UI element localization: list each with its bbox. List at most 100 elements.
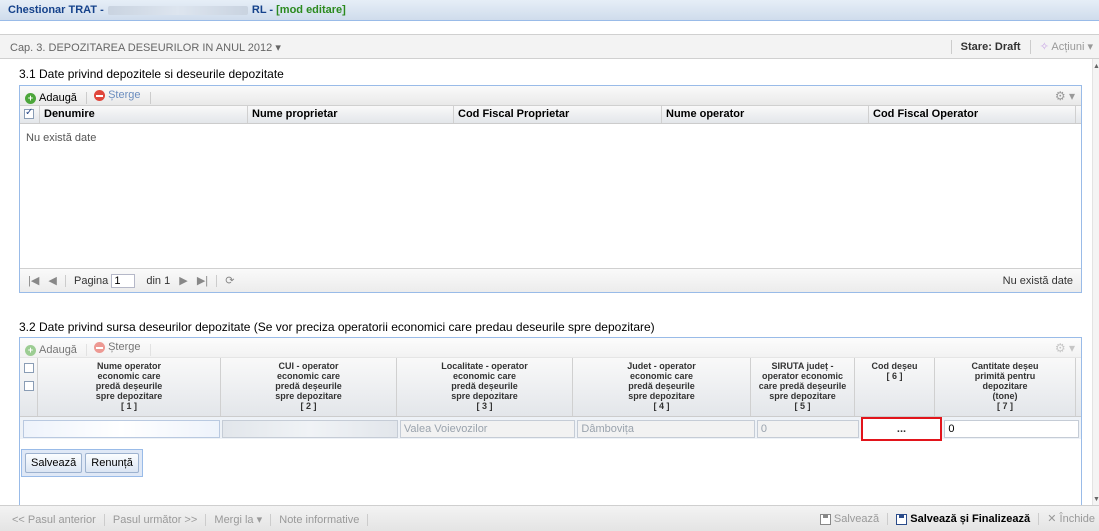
- cancel-row-button[interactable]: Renunță: [85, 453, 139, 473]
- header-line: predă deșeurile: [275, 381, 342, 391]
- col-header-name[interactable]: Denumire: [40, 106, 248, 123]
- delete-button[interactable]: Șterge: [94, 89, 140, 101]
- divider: [216, 275, 218, 288]
- select-all-checkbox[interactable]: [20, 106, 40, 123]
- depots-grid: +Adaugă Șterge ⚙ ▾ Denumire Nume proprie…: [19, 85, 1082, 293]
- page-number-input[interactable]: 1: [111, 274, 136, 289]
- header-line: Nume operator: [96, 361, 161, 371]
- depots-header-row: Denumire Nume proprietar Cod Fiscal Prop…: [20, 106, 1081, 124]
- checkbox-icon: [24, 107, 34, 120]
- save-button[interactable]: Salvează: [819, 513, 879, 525]
- header-line: [ 4 ]: [653, 401, 670, 411]
- first-page-icon[interactable]: |◀: [28, 275, 39, 287]
- app-window: Chestionar TRAT - RL - [mod editare] Cap…: [0, 0, 1099, 531]
- header-line: spre depozitare: [451, 391, 518, 401]
- col-header-county[interactable]: Judet - operator economic care predă deș…: [573, 358, 751, 416]
- cui-input[interactable]: [222, 420, 398, 438]
- save-and-finalize-label: Salvează și Finalizează: [910, 513, 1031, 525]
- notes-button[interactable]: Note informative: [279, 514, 359, 526]
- title-prefix: Chestionar TRAT -: [8, 4, 104, 16]
- scroll-up-icon[interactable]: ▲: [1093, 63, 1099, 70]
- last-page-icon[interactable]: ▶|: [197, 275, 208, 287]
- title-suffix: RL -: [251, 4, 274, 16]
- depots-toolbar: + Adaugă Șterge ⚙ ▾: [20, 86, 1081, 106]
- next-step-button[interactable]: Pasul următor >>: [113, 514, 197, 526]
- col-header-cui[interactable]: CUI - operator economic care predă deșeu…: [221, 358, 397, 416]
- divider: [887, 513, 889, 526]
- col-header-siruta[interactable]: SIRUTA județ - operator economic care pr…: [751, 358, 855, 416]
- delete-icon: [94, 89, 106, 101]
- col-header-quantity[interactable]: Cantitate deșeu primită pentru depozitar…: [935, 358, 1076, 416]
- status-label: Stare: Draft: [960, 41, 1021, 53]
- header-line: CUI - operator: [278, 361, 339, 371]
- col-header-waste-code[interactable]: Cod deșeu [ 6 ]: [855, 358, 935, 416]
- close-icon: ✕: [1047, 513, 1057, 525]
- pagination-bar: |◀ ◀ Pagina 1 din 1 ▶ ▶| ⟳ Nu există dat…: [20, 268, 1081, 292]
- chapter-selector[interactable]: Cap. 3. DEPOZITAREA DESEURILOR IN ANUL 2…: [10, 42, 281, 54]
- checkbox-icon[interactable]: [23, 381, 34, 391]
- header-line: economic care: [629, 371, 694, 381]
- delete-button[interactable]: Șterge: [94, 341, 140, 353]
- siruta-input[interactable]: 0: [756, 420, 859, 438]
- section1-title: 3.1 Date privind depozitele si deseurile…: [19, 67, 284, 81]
- col-header-owner-fiscal-code[interactable]: Cod Fiscal Proprietar: [454, 106, 662, 123]
- add-icon: +: [25, 344, 36, 356]
- gear-icon[interactable]: ⚙ ▾: [1055, 341, 1075, 355]
- actions-menu-button[interactable]: ✧ Acțiuni ▾: [1040, 41, 1093, 53]
- header-line: operator economic: [761, 371, 844, 381]
- refresh-icon[interactable]: ⟳: [225, 275, 234, 287]
- col-header-operator-name[interactable]: Nume operator economic care predă deșeur…: [38, 358, 221, 416]
- col-header-operator[interactable]: Nume operator: [662, 106, 869, 123]
- redacted-company-name: [107, 5, 248, 15]
- divider: [950, 40, 952, 55]
- header-line: spre depozitare: [628, 391, 695, 401]
- previous-step-button[interactable]: << Pasul anterior: [12, 514, 96, 526]
- chevron-down-icon: ▾: [256, 514, 263, 526]
- add-label: Adaugă: [39, 92, 77, 104]
- row-editor-buttons: Salvează Renunță: [21, 449, 143, 477]
- save-and-finalize-button[interactable]: Salvează și Finalizează: [896, 513, 1030, 525]
- close-button[interactable]: ✕ Închide: [1047, 513, 1095, 525]
- floppy-disk-icon: [896, 513, 908, 525]
- add-button[interactable]: + Adaugă: [25, 344, 77, 356]
- sparkle-icon: ✧: [1039, 41, 1049, 53]
- sources-grid: + Adaugă Șterge ⚙ ▾ Nume operator economi…: [19, 337, 1082, 505]
- col-header-operator-fiscal-code[interactable]: Cod Fiscal Operator: [869, 106, 1076, 123]
- header-line: spre depozitare: [769, 391, 836, 401]
- vertical-scrollbar[interactable]: ▲ ▼: [1092, 59, 1099, 505]
- county-input[interactable]: Dâmbovița: [577, 420, 755, 438]
- add-button[interactable]: + Adaugă: [25, 92, 77, 104]
- locality-input[interactable]: Valea Voievozilor: [399, 420, 576, 438]
- save-row-button[interactable]: Salvează: [25, 453, 83, 473]
- goto-menu-button[interactable]: Mergi la ▾: [214, 514, 262, 526]
- gear-icon[interactable]: ⚙ ▾: [1055, 89, 1075, 103]
- divider: [149, 91, 151, 104]
- header-line: [ 5 ]: [794, 401, 811, 411]
- row-editor: Valea Voievozilor Dâmbovița 0 ... 0: [20, 417, 1081, 441]
- header-line: [ 3 ]: [476, 401, 493, 411]
- section2-title: 3.2 Date privind sursa deseurilor depozi…: [19, 320, 655, 334]
- delete-icon: [94, 341, 106, 353]
- header-line: Cod deșeu: [871, 361, 918, 371]
- waste-code-picker-button[interactable]: ...: [860, 417, 943, 441]
- operator-name-input[interactable]: [23, 420, 221, 438]
- divider: [205, 514, 207, 527]
- quantity-input[interactable]: 0: [944, 420, 1079, 438]
- header-line: [ 6 ]: [886, 371, 903, 381]
- next-page-icon[interactable]: ▶: [179, 275, 187, 287]
- scroll-down-icon[interactable]: ▼: [1093, 496, 1099, 503]
- header-line: [ 2 ]: [300, 401, 317, 411]
- col-header-owner[interactable]: Nume proprietar: [248, 106, 454, 123]
- header-line: care predă deșeurile: [758, 381, 847, 391]
- col-header-locality[interactable]: Localitate - operator economic care pred…: [397, 358, 573, 416]
- prev-page-icon[interactable]: ◀: [48, 275, 56, 287]
- page-label: Pagina: [73, 275, 109, 287]
- header-line: Judet - operator: [627, 361, 696, 371]
- header-line: Localitate - operator: [441, 361, 528, 371]
- window-title-bar: Chestionar TRAT - RL - [mod editare]: [0, 0, 1099, 21]
- add-icon: +: [25, 92, 36, 104]
- checkbox-icon[interactable]: [23, 363, 34, 373]
- header-line: economic care: [452, 371, 517, 381]
- header-line: SIRUTA județ -: [771, 361, 834, 371]
- add-label: Adaugă: [39, 344, 77, 356]
